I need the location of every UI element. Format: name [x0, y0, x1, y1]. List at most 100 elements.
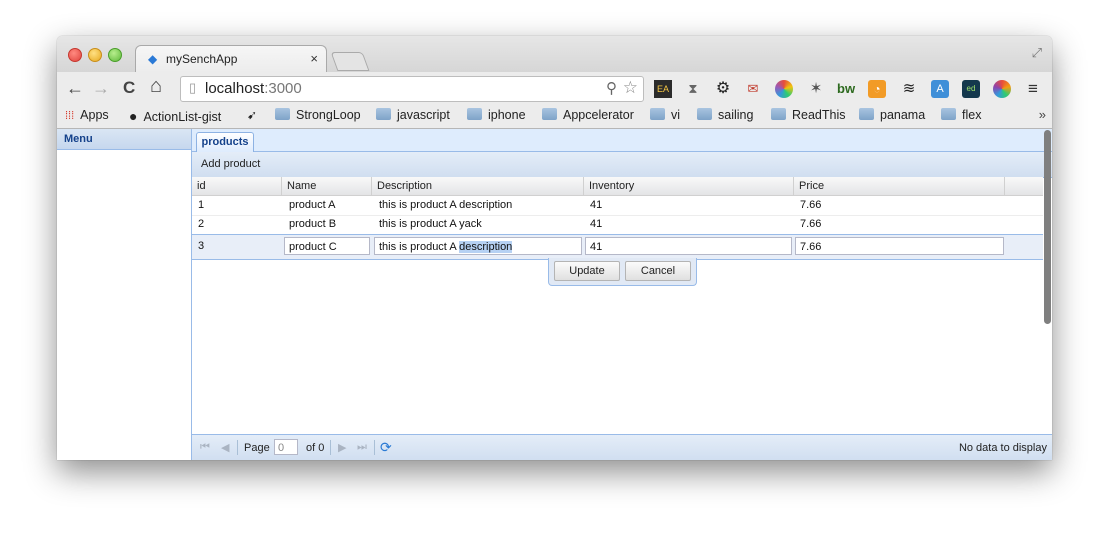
folder-icon — [542, 108, 557, 120]
cell-inventory: 41 — [590, 199, 603, 211]
update-button[interactable]: Update — [554, 261, 620, 281]
separator — [374, 440, 375, 455]
folder-icon — [467, 108, 482, 120]
table-row[interactable]: 2 product B this is product A yack 41 7.… — [192, 215, 1043, 235]
cell-price: 7.66 — [800, 218, 822, 230]
bookmark-strongloop-link[interactable]: ➹ — [247, 108, 263, 122]
page-label: Page — [244, 442, 270, 454]
tab-close-icon[interactable]: × — [310, 51, 318, 66]
tab-products[interactable]: products — [196, 132, 254, 152]
cancel-button[interactable]: Cancel — [625, 261, 691, 281]
layers-icon[interactable]: ≋ — [900, 80, 918, 98]
name-field[interactable]: product C — [284, 237, 370, 255]
cell-price: 7.66 — [800, 199, 822, 211]
bookmark-readthis[interactable]: ReadThis — [771, 108, 846, 122]
ring-icon[interactable] — [993, 80, 1011, 98]
github-icon: ● — [129, 108, 138, 124]
cell-description: this is product A description — [379, 199, 513, 211]
table-row[interactable]: 1 product A this is product A descriptio… — [192, 196, 1043, 216]
last-page-icon[interactable]: ⏭ — [357, 441, 367, 454]
forward-icon[interactable]: → — [92, 78, 110, 99]
scrollbar[interactable] — [1044, 130, 1051, 324]
bookmarks-overflow-icon[interactable]: » — [1039, 107, 1046, 122]
back-icon[interactable]: ← — [66, 78, 84, 99]
refresh-icon[interactable]: ⟳ — [380, 439, 392, 456]
address-bar[interactable]: ▯ localhost:3000 ⚲ ☆ — [180, 76, 644, 102]
browser-tab[interactable]: ◆ mySenchApp × — [135, 45, 327, 73]
first-page-icon[interactable]: ⏮ — [200, 441, 210, 454]
menu-icon[interactable]: ≡ — [1024, 80, 1042, 98]
editor-id: 3 — [198, 240, 205, 252]
new-tab-button[interactable] — [330, 52, 370, 71]
paging-toolbar: ⏮ ◀ Page 0 of 0 ▶ ⏭ ⟳ No data to display — [192, 434, 1052, 460]
bookmark-iphone[interactable]: iphone — [467, 108, 526, 122]
fullscreen-icon[interactable]: ⤢ — [1032, 45, 1042, 61]
browser-toolbar: ← → C ⌂ ▯ localhost:3000 ⚲ ☆ EA ⧗ ⚙ ✉ ✶ … — [57, 72, 1052, 104]
inventory-field[interactable]: 41 — [585, 237, 792, 255]
puzzle-icon[interactable]: ✶ — [807, 80, 825, 98]
page-icon: ▯ — [189, 80, 197, 95]
bw-icon[interactable]: bw — [837, 80, 855, 98]
description-field[interactable]: this is product A description — [374, 237, 582, 255]
star-icon[interactable]: ☆ — [623, 78, 638, 98]
column-header-price[interactable]: Price — [794, 177, 1005, 195]
row-editor-buttons: Update Cancel — [548, 258, 697, 286]
cell-inventory: 41 — [590, 218, 603, 230]
apps-grid-icon: ⁞⁞⁞ — [65, 110, 75, 122]
page-count: of 0 — [306, 442, 325, 454]
prev-page-icon[interactable]: ◀ — [221, 441, 229, 454]
page-content: Menu products Add product id Name Descri… — [57, 129, 1052, 460]
row-editor: 3 product C this is product A descriptio… — [192, 234, 1043, 260]
close-window-button[interactable] — [68, 48, 82, 62]
bookmarks-bar: ⁞⁞⁞ Apps ● ActionList-gist ➹ StrongLoop ja… — [57, 104, 1052, 129]
page-number-input[interactable]: 0 — [274, 439, 298, 455]
bookmark-flex[interactable]: flex — [941, 108, 981, 122]
search-icon[interactable]: ⚲ — [606, 79, 617, 97]
cell-id: 1 — [198, 199, 205, 211]
paging-status: No data to display — [958, 442, 1047, 454]
folder-icon — [941, 108, 956, 120]
bookmark-sailing[interactable]: sailing — [697, 108, 753, 122]
cell-description: this is product A yack — [379, 218, 482, 230]
bookmark-javascript[interactable]: javascript — [376, 108, 450, 122]
folder-icon — [376, 108, 391, 120]
bookmark-apps[interactable]: ⁞⁞⁞ Apps — [65, 108, 109, 122]
separator — [330, 440, 331, 455]
url-text: localhost:3000 — [205, 80, 302, 97]
column-header-id[interactable]: id — [192, 177, 282, 195]
home-icon[interactable]: ⌂ — [150, 75, 162, 98]
color-wheel-icon[interactable] — [775, 80, 793, 98]
bookmark-actionlist-gist[interactable]: ● ActionList-gist — [129, 108, 221, 124]
bookmark-appcelerator[interactable]: Appcelerator — [542, 108, 634, 122]
editor-icon[interactable]: ed — [962, 80, 980, 98]
next-page-icon[interactable]: ▶ — [338, 441, 346, 454]
bookmark-strongloop[interactable]: StrongLoop — [275, 108, 361, 122]
menu-header: Menu — [57, 129, 191, 150]
cell-name: product B — [289, 218, 337, 230]
column-header-description[interactable]: Description — [372, 177, 584, 195]
pocket-icon[interactable]: EA — [654, 80, 672, 98]
bookmark-vi[interactable]: vi — [650, 108, 680, 122]
minimize-window-button[interactable] — [88, 48, 102, 62]
menu-panel: Menu — [57, 129, 192, 460]
gear-icon[interactable]: ⚙ — [714, 80, 732, 98]
price-field[interactable]: 7.66 — [795, 237, 1004, 255]
selected-text: description — [459, 241, 513, 253]
products-panel: products Add product id Name Description… — [192, 129, 1052, 460]
grid-toolbar: Add product — [192, 152, 1052, 178]
translate-icon[interactable]: A — [931, 80, 949, 98]
title-bar: ◆ mySenchApp × ⤢ — [57, 36, 1052, 73]
envelope-icon[interactable]: ✉ — [744, 80, 762, 98]
tab-strip: products — [192, 129, 1052, 152]
add-product-button[interactable]: Add product — [201, 158, 260, 170]
bookmark-panama[interactable]: panama — [859, 108, 925, 122]
grid-header: id Name Description Inventory Price — [192, 177, 1043, 196]
column-header-name[interactable]: Name — [282, 177, 372, 195]
hourglass-icon[interactable]: ⧗ — [684, 80, 702, 98]
folder-icon — [275, 108, 290, 120]
reload-icon[interactable]: C — [123, 78, 135, 98]
column-header-inventory[interactable]: Inventory — [584, 177, 794, 195]
zoom-window-button[interactable] — [108, 48, 122, 62]
rss-icon[interactable]: ◔ — [868, 80, 886, 98]
cell-id: 2 — [198, 218, 205, 230]
